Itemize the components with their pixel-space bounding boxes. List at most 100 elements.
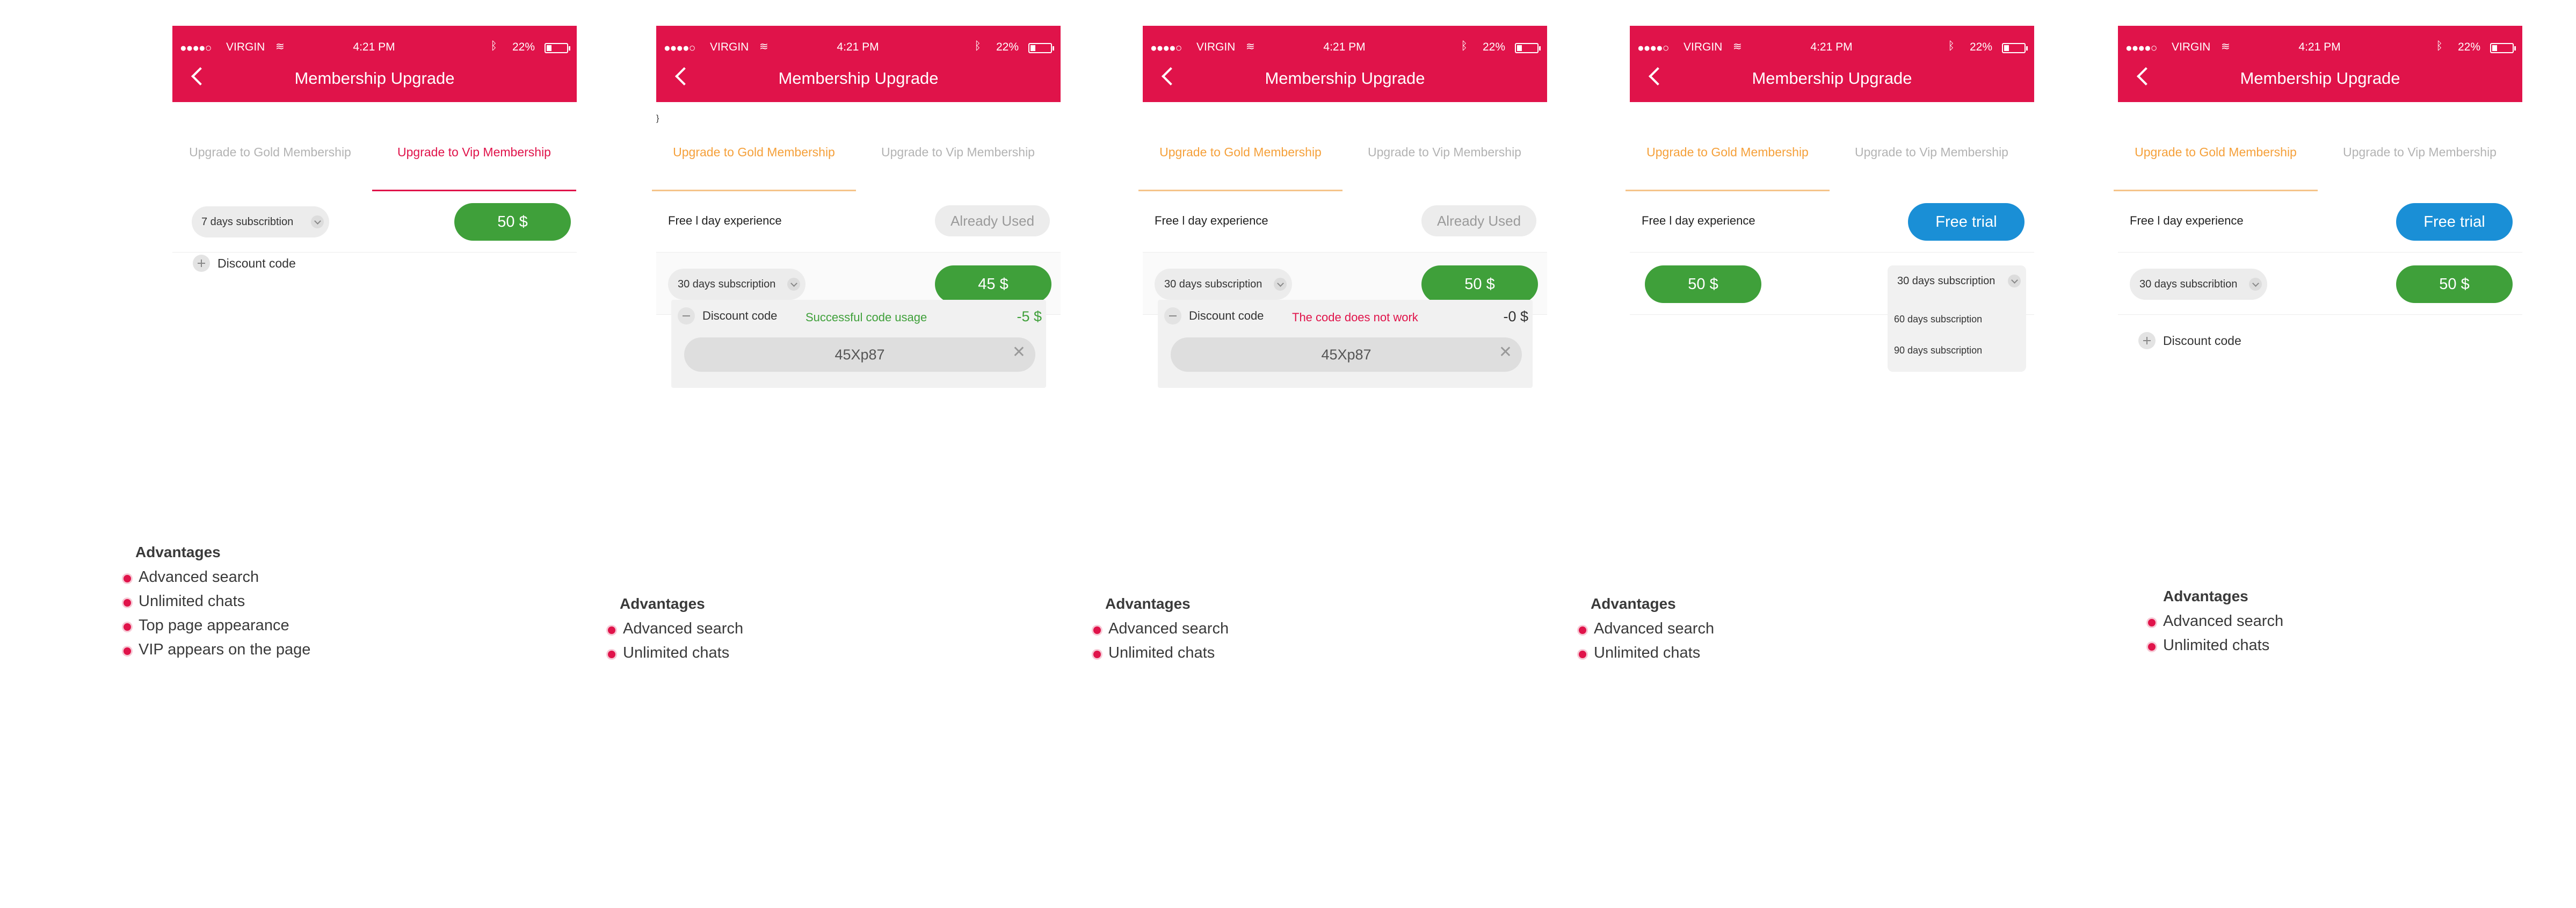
screen-1: ●●●●○ VIRGIN ≋ 4:21 PM ᛒ 22% Membership … <box>172 26 577 402</box>
membership-tabs: Upgrade to Gold Membership Upgrade to Vi… <box>172 114 577 191</box>
tab-vip-label: Upgrade to Vip Membership <box>881 145 1035 159</box>
clock: 4:21 PM <box>2298 41 2341 53</box>
subscription-select[interactable]: 30 days subscribtion <box>2130 269 2267 300</box>
advantage-item: Unlimited chats <box>1093 644 1229 668</box>
advantage-item: Advanced search <box>2148 612 2283 637</box>
advantage-label: Advanced search <box>1108 620 1229 637</box>
advantage-label: Unlimited chats <box>623 644 730 661</box>
discount-code-panel: Discount code Successful code usage -5 $… <box>671 300 1046 388</box>
price-button[interactable]: 45 $ <box>935 265 1051 303</box>
status-bar: ●●●●○ VIRGIN ≋ 4:21 PM ᛒ 22% <box>1150 40 1541 56</box>
tab-vip[interactable]: Upgrade to Vip Membership <box>856 114 1060 190</box>
battery-percent: 22% <box>1969 41 1992 53</box>
minus-icon <box>678 307 695 325</box>
discount-code-toggle[interactable]: Discount code <box>193 253 296 274</box>
clock: 4:21 PM <box>1323 41 1366 53</box>
discount-status-message: The code does not work <box>1292 311 1418 324</box>
discount-label: Discount code <box>2163 333 2241 348</box>
bluetooth-icon: ᛒ <box>1948 40 1955 52</box>
subscription-row: 7 days subscribtion 50 $ <box>172 190 577 253</box>
advantage-label: Advanced search <box>1594 620 1715 637</box>
price-button[interactable]: 50 $ <box>2396 265 2513 303</box>
bullet-icon <box>608 626 615 634</box>
nav-bar: Membership Upgrade <box>656 66 1061 91</box>
discount-code-panel: Discount code The code does not work -0 … <box>1158 300 1533 388</box>
advantage-label: Unlimited chats <box>2163 637 2270 654</box>
tab-gold[interactable]: Upgrade to Gold Membership <box>1626 114 1830 191</box>
tab-gold-label: Upgrade to Gold Membership <box>189 145 351 159</box>
tab-gold-label: Upgrade to Gold Membership <box>673 145 835 159</box>
tab-gold[interactable]: Upgrade to Gold Membership <box>2114 114 2318 191</box>
battery-percent: 22% <box>996 41 1019 53</box>
clock: 4:21 PM <box>353 41 395 53</box>
screen-3: ●●●●○ VIRGIN ≋ 4:21 PM ᛒ 22% Membership … <box>1138 26 1547 402</box>
advantages-vip: Advantages Advanced search Unlimited cha… <box>124 544 310 665</box>
advantages-title: Advantages <box>135 544 221 560</box>
status-bar: ●●●●○ VIRGIN ≋ 4:21 PM ᛒ 22% <box>664 40 1054 56</box>
advantages-gold: Advantages Advanced search Unlimited cha… <box>1093 595 1229 668</box>
advantage-item: Unlimited chats <box>608 644 743 668</box>
dropdown-option[interactable]: 90 days subscription <box>1894 345 1982 356</box>
subscription-row: 30 days subscribtion 50 $ <box>2118 253 2522 315</box>
bullet-icon <box>124 647 131 655</box>
dropdown-option[interactable]: 60 days subscription <box>1894 314 1982 325</box>
battery-icon <box>545 43 570 53</box>
tab-vip[interactable]: Upgrade to Vip Membership <box>2318 114 2522 190</box>
membership-tabs: Upgrade to Gold Membership Upgrade to Vi… <box>1626 114 2034 191</box>
price-button[interactable]: 50 $ <box>1421 265 1538 303</box>
discount-code-input[interactable]: 45Xp87 <box>1171 337 1522 372</box>
chevron-down-icon <box>787 278 800 291</box>
subscription-select[interactable]: 30 days subscription <box>1155 269 1292 300</box>
free-experience-label: Free l day experience <box>668 214 782 227</box>
tab-gold[interactable]: Upgrade to Gold Membership <box>168 114 372 190</box>
tab-vip[interactable]: Upgrade to Vip Membership <box>1343 114 1547 190</box>
advantages-gold: Advantages Advanced search Unlimited cha… <box>1579 595 1714 668</box>
discount-label: Discount code <box>1189 309 1264 322</box>
discount-amount: -5 $ <box>1017 308 1042 325</box>
bluetooth-icon: ᛒ <box>490 40 497 52</box>
discount-code-toggle[interactable]: Discount code <box>1164 307 1264 325</box>
nav-bar: Membership Upgrade <box>172 66 577 91</box>
clear-icon[interactable]: ✕ <box>1012 343 1026 362</box>
subscription-dropdown: 30 days subscription 60 days subscriptio… <box>1888 265 2026 372</box>
nav-bar: Membership Upgrade <box>2118 66 2522 91</box>
bluetooth-icon: ᛒ <box>974 40 981 52</box>
tab-vip-label: Upgrade to Vip Membership <box>2343 145 2497 159</box>
free-trial-button[interactable]: Free trial <box>2396 203 2513 241</box>
tab-vip[interactable]: Upgrade to Vip Membership <box>1830 114 2034 190</box>
tab-vip[interactable]: Upgrade to Vip Membership <box>372 114 576 191</box>
chevron-down-icon <box>1274 278 1287 291</box>
discount-code-toggle[interactable]: Discount code <box>678 307 777 325</box>
clear-icon[interactable]: ✕ <box>1499 343 1512 362</box>
subscription-select[interactable]: 30 days subscription <box>1888 265 2026 297</box>
bullet-icon <box>2148 643 2156 651</box>
battery-percent: 22% <box>2457 41 2480 53</box>
page-title: Membership Upgrade <box>2240 69 2400 88</box>
free-trial-row: Free l day experience Already Used <box>1143 190 1547 253</box>
price-button[interactable]: 50 $ <box>454 203 571 241</box>
tab-gold[interactable]: Upgrade to Gold Membership <box>652 114 856 191</box>
subscription-value: 30 days subscription <box>1164 278 1262 290</box>
advantages-gold: Advantages Advanced search Unlimited cha… <box>608 595 743 668</box>
discount-code-input[interactable]: 45Xp87 <box>684 337 1035 372</box>
subscription-select[interactable]: 7 days subscribtion <box>192 206 329 237</box>
page-title: Membership Upgrade <box>778 69 939 88</box>
discount-label: Discount code <box>702 309 778 322</box>
advantage-item: Unlimited chats <box>2148 637 2283 661</box>
price-button[interactable]: 50 $ <box>1645 265 1761 303</box>
subscription-value: 30 days subscription <box>1897 275 1996 287</box>
advantage-label: Advanced search <box>2163 612 2284 630</box>
discount-code-toggle[interactable]: Discount code <box>2138 330 2241 351</box>
tab-gold-label: Upgrade to Gold Membership <box>1159 145 1322 159</box>
tab-gold-label: Upgrade to Gold Membership <box>2135 145 2297 159</box>
discount-label: Discount code <box>217 256 296 270</box>
bluetooth-icon: ᛒ <box>2436 40 2443 52</box>
tab-gold[interactable]: Upgrade to Gold Membership <box>1138 114 1343 191</box>
subscription-select[interactable]: 30 days subscription <box>668 269 806 300</box>
free-trial-button[interactable]: Free trial <box>1908 203 2024 241</box>
advantages-title: Advantages <box>1591 595 1676 612</box>
plus-icon <box>2138 332 2156 349</box>
screen-2: ●●●●○ VIRGIN ≋ 4:21 PM ᛒ 22% Membership … <box>652 26 1061 402</box>
chevron-down-icon <box>2249 278 2262 291</box>
membership-tabs: Upgrade to Gold Membership Upgrade to Vi… <box>2114 114 2522 191</box>
